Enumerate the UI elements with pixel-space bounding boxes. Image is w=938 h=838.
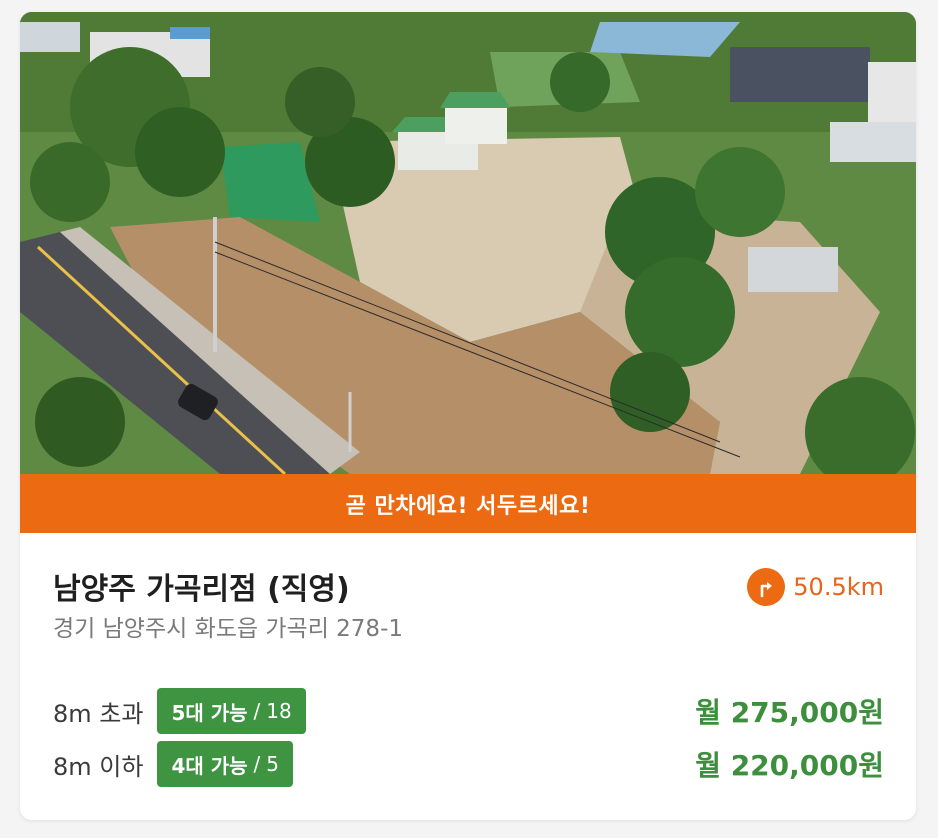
- lot-title[interactable]: 남양주 가곡리점 (직영): [53, 564, 350, 608]
- size-condition: 8m 이하: [53, 752, 144, 781]
- availability-separator: /: [253, 752, 261, 776]
- total-count: 5: [266, 752, 280, 776]
- size-condition: 8m 초과: [53, 699, 144, 728]
- total-count: 18: [266, 699, 292, 723]
- available-count: 5대 가능: [171, 700, 248, 725]
- parking-lot-card[interactable]: 곧 만차에요! 서두르세요! 남양주 가곡리점 (직영) 경기 남양주시 화도읍…: [20, 12, 916, 820]
- aerial-parking-lot-photo: [20, 12, 916, 474]
- size-row-under-8m: 8m 이하 4대 가능 / 5 월 220,000원: [53, 741, 884, 787]
- availability-badge: 4대 가능 / 5: [157, 741, 294, 787]
- availability-badge: 5대 가능 / 18: [157, 688, 306, 734]
- size-row-over-8m: 8m 초과 5대 가능 / 18 월 275,000원: [53, 688, 884, 734]
- distance-info[interactable]: 50.5km: [747, 567, 884, 607]
- availability-separator: /: [253, 699, 261, 723]
- almost-full-banner: 곧 만차에요! 서두르세요!: [20, 474, 916, 533]
- lot-address: 경기 남양주시 화도읍 가곡리 278-1: [53, 616, 403, 642]
- monthly-price: 월 275,000원: [695, 696, 884, 729]
- monthly-price: 월 220,000원: [695, 749, 884, 782]
- available-count: 4대 가능: [171, 753, 248, 778]
- directions-turn-icon: [747, 568, 786, 606]
- distance-value: 50.5km: [793, 573, 884, 601]
